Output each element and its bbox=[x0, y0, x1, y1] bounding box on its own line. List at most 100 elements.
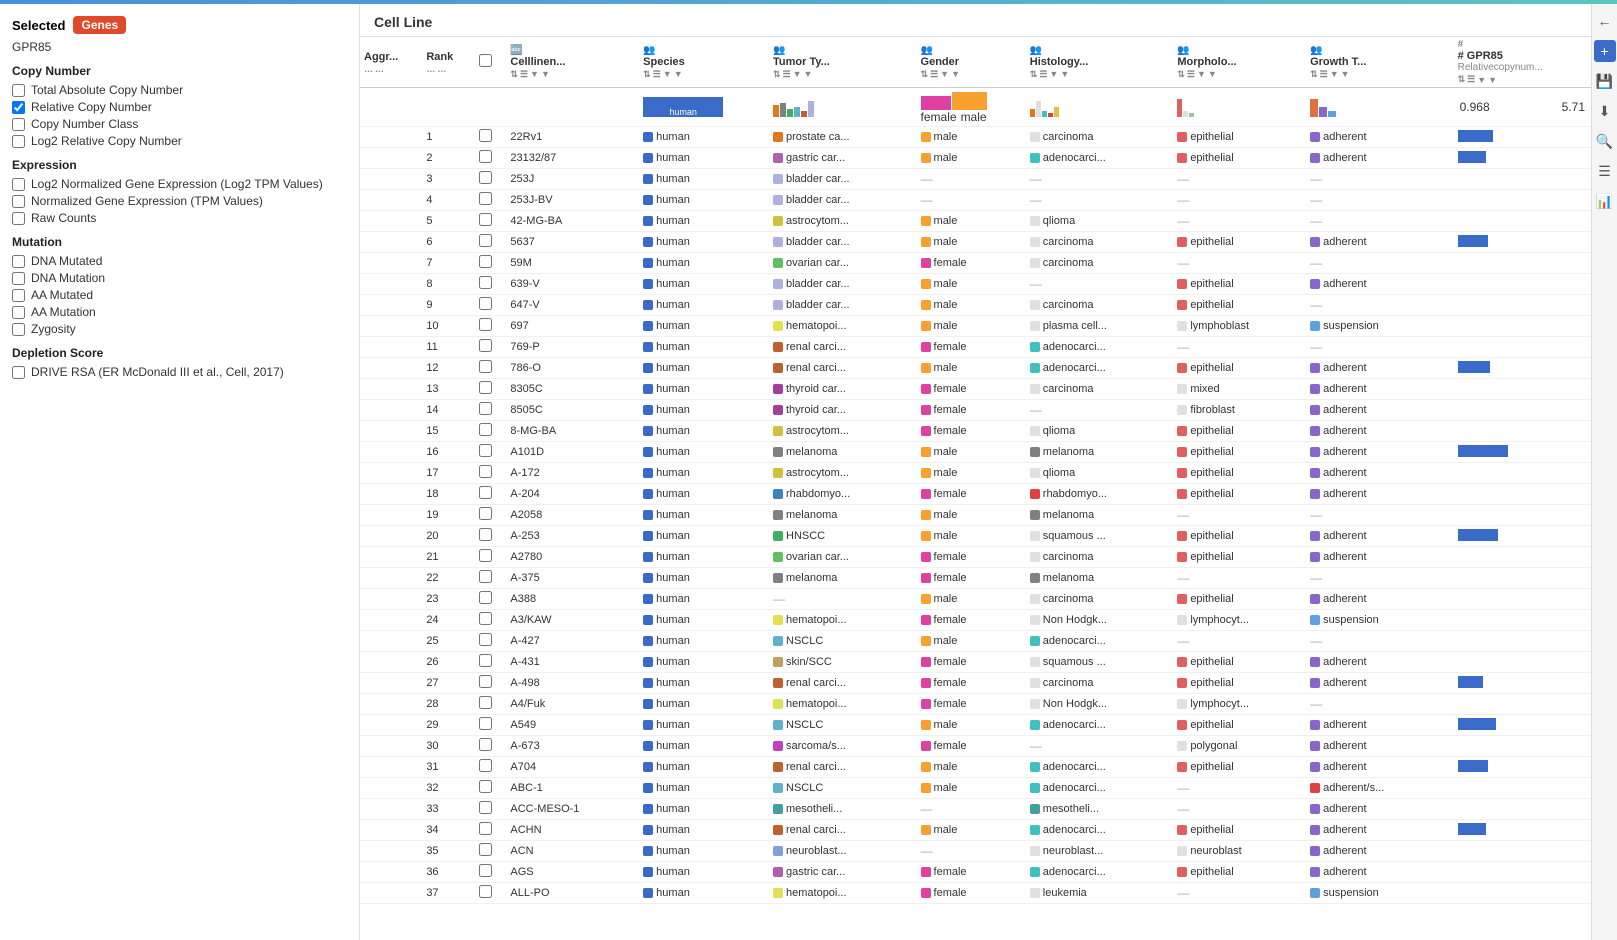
th-gpr85-ctrl4[interactable]: ▼ bbox=[1488, 75, 1497, 85]
checkbox-relative-copy-input[interactable] bbox=[12, 101, 25, 114]
row-checkbox[interactable] bbox=[479, 654, 492, 667]
row-checkbox[interactable] bbox=[479, 381, 492, 394]
cell-checkbox[interactable] bbox=[475, 568, 506, 589]
cell-checkbox[interactable] bbox=[475, 841, 506, 862]
table-row[interactable]: 17 A-172 human astrocytom... male qlioma… bbox=[360, 463, 1591, 484]
row-checkbox[interactable] bbox=[479, 213, 492, 226]
table-row[interactable]: 13 8305C human thyroid car... female car… bbox=[360, 379, 1591, 400]
table-row[interactable]: 14 8505C human thyroid car... female — f… bbox=[360, 400, 1591, 421]
checkbox-aa-mutation-input[interactable] bbox=[12, 306, 25, 319]
row-checkbox[interactable] bbox=[479, 129, 492, 142]
cell-checkbox[interactable] bbox=[475, 778, 506, 799]
checkbox-aa-mutated[interactable]: AA Mutated bbox=[12, 288, 347, 302]
row-checkbox[interactable] bbox=[479, 843, 492, 856]
right-icon-search[interactable]: 🔍 bbox=[1594, 130, 1616, 152]
right-icon-plus[interactable]: + bbox=[1594, 40, 1616, 62]
checkbox-raw-counts[interactable]: Raw Counts bbox=[12, 211, 347, 225]
th-species-ctrl3[interactable]: ▼ bbox=[663, 69, 672, 79]
row-checkbox[interactable] bbox=[479, 738, 492, 751]
th-cellline-icon3[interactable]: ▼ bbox=[530, 69, 539, 79]
cell-checkbox[interactable] bbox=[475, 169, 506, 190]
right-icon-arrow-left[interactable]: ← bbox=[1594, 10, 1616, 32]
row-checkbox[interactable] bbox=[479, 633, 492, 646]
th-rank[interactable]: Rank … … bbox=[422, 37, 475, 88]
table-row[interactable]: 8 639-V human bladder car... male — epit… bbox=[360, 274, 1591, 295]
row-checkbox[interactable] bbox=[479, 549, 492, 562]
th-tumor-ctrl2[interactable]: ☰ bbox=[783, 69, 791, 80]
th-species[interactable]: 👥 Species ⇅ ☰ ▼ ▼ bbox=[639, 37, 769, 88]
cell-checkbox[interactable] bbox=[475, 379, 506, 400]
th-morphology-ctrl3[interactable]: ▼ bbox=[1197, 69, 1206, 79]
row-checkbox[interactable] bbox=[479, 486, 492, 499]
table-row[interactable]: 31 A704 human renal carci... male adenoc… bbox=[360, 757, 1591, 778]
cell-checkbox[interactable] bbox=[475, 358, 506, 379]
th-species-ctrl2[interactable]: ☰ bbox=[653, 69, 661, 80]
table-row[interactable]: 11 769-P human renal carci... female ade… bbox=[360, 337, 1591, 358]
row-checkbox[interactable] bbox=[479, 339, 492, 352]
table-row[interactable]: 23 A388 human — male carcinoma epithelia… bbox=[360, 589, 1591, 610]
table-row[interactable]: 5 42-MG-BA human astrocytom... male qlio… bbox=[360, 211, 1591, 232]
table-row[interactable]: 9 647-V human bladder car... male carcin… bbox=[360, 295, 1591, 316]
checkbox-dna-mutated-input[interactable] bbox=[12, 255, 25, 268]
cell-checkbox[interactable] bbox=[475, 526, 506, 547]
table-row[interactable]: 15 8-MG-BA human astrocytom... female ql… bbox=[360, 421, 1591, 442]
cell-checkbox[interactable] bbox=[475, 505, 506, 526]
th-histology-ctrl1[interactable]: ⇅ bbox=[1030, 69, 1038, 80]
checkbox-log2-relative[interactable]: Log2 Relative Copy Number bbox=[12, 134, 347, 148]
cell-checkbox[interactable] bbox=[475, 211, 506, 232]
th-growth-ctrl2[interactable]: ☰ bbox=[1320, 69, 1328, 80]
cell-checkbox[interactable] bbox=[475, 547, 506, 568]
checkbox-zygosity[interactable]: Zygosity bbox=[12, 322, 347, 336]
th-gpr85[interactable]: # # GPR85 Relativecopynum... ⇅ ☰ ▼ ▼ bbox=[1454, 37, 1591, 88]
table-row[interactable]: 20 A-253 human HNSCC male squamous ... e… bbox=[360, 526, 1591, 547]
table-row[interactable]: 27 A-498 human renal carci... female car… bbox=[360, 673, 1591, 694]
table-row[interactable]: 37 ALL-PO human hematopoi... female leuk… bbox=[360, 883, 1591, 904]
cell-checkbox[interactable] bbox=[475, 295, 506, 316]
th-tumor-ctrl3[interactable]: ▼ bbox=[793, 69, 802, 79]
checkbox-total-abs-input[interactable] bbox=[12, 84, 25, 97]
row-checkbox[interactable] bbox=[479, 171, 492, 184]
checkbox-log2-expr-input[interactable] bbox=[12, 178, 25, 191]
checkbox-norm-expr[interactable]: Normalized Gene Expression (TPM Values) bbox=[12, 194, 347, 208]
checkbox-drive-rsa[interactable]: DRIVE RSA (ER McDonald III et al., Cell,… bbox=[12, 365, 347, 379]
th-gender-ctrl2[interactable]: ☰ bbox=[930, 69, 938, 80]
th-histology-ctrl4[interactable]: ▼ bbox=[1060, 69, 1069, 79]
row-checkbox[interactable] bbox=[479, 570, 492, 583]
table-row[interactable]: 30 A-673 human sarcoma/s... female — pol… bbox=[360, 736, 1591, 757]
cell-checkbox[interactable] bbox=[475, 316, 506, 337]
th-histology-ctrl2[interactable]: ☰ bbox=[1039, 69, 1047, 80]
th-morphology[interactable]: 👥 Morpholo... ⇅ ☰ ▼ ▼ bbox=[1173, 37, 1306, 88]
checkbox-drive-rsa-input[interactable] bbox=[12, 366, 25, 379]
table-row[interactable]: 28 A4/Fuk human hematopoi... female Non … bbox=[360, 694, 1591, 715]
table-row[interactable]: 35 ACN human neuroblast... — neuroblast.… bbox=[360, 841, 1591, 862]
th-growth-ctrl4[interactable]: ▼ bbox=[1341, 69, 1350, 79]
row-checkbox[interactable] bbox=[479, 360, 492, 373]
th-growth-ctrl3[interactable]: ▼ bbox=[1330, 69, 1339, 79]
cell-checkbox[interactable] bbox=[475, 400, 506, 421]
table-row[interactable]: 1 22Rv1 human prostate ca... male carcin… bbox=[360, 127, 1591, 148]
table-row[interactable]: 24 A3/KAW human hematopoi... female Non … bbox=[360, 610, 1591, 631]
th-histology-ctrl3[interactable]: ▼ bbox=[1049, 69, 1058, 79]
th-gender-ctrl1[interactable]: ⇅ bbox=[921, 69, 929, 80]
row-checkbox[interactable] bbox=[479, 612, 492, 625]
table-row[interactable]: 18 A-204 human rhabdomyo... female rhabd… bbox=[360, 484, 1591, 505]
checkbox-aa-mutated-input[interactable] bbox=[12, 289, 25, 302]
right-icon-list[interactable]: ☰ bbox=[1594, 160, 1616, 182]
checkbox-total-abs[interactable]: Total Absolute Copy Number bbox=[12, 83, 347, 97]
cell-checkbox[interactable] bbox=[475, 883, 506, 904]
row-checkbox[interactable] bbox=[479, 759, 492, 772]
cell-checkbox[interactable] bbox=[475, 253, 506, 274]
row-checkbox[interactable] bbox=[479, 591, 492, 604]
th-tumor[interactable]: 👥 Tumor Ty... ⇅ ☰ ▼ ▼ bbox=[769, 37, 917, 88]
cell-checkbox[interactable] bbox=[475, 715, 506, 736]
th-tumor-ctrl4[interactable]: ▼ bbox=[804, 69, 813, 79]
table-row[interactable]: 36 AGS human gastric car... female adeno… bbox=[360, 862, 1591, 883]
checkbox-relative-copy[interactable]: Relative Copy Number bbox=[12, 100, 347, 114]
th-cellline[interactable]: 🔤 Celllinen... ⇅ ☰ ▼ ▼ bbox=[506, 37, 639, 88]
table-row[interactable]: 32 ABC-1 human NSCLC male adenocarci... … bbox=[360, 778, 1591, 799]
th-gpr85-ctrl1[interactable]: ⇅ bbox=[1458, 74, 1466, 85]
row-checkbox[interactable] bbox=[479, 234, 492, 247]
right-icon-download[interactable]: ⬇ bbox=[1594, 100, 1616, 122]
cell-checkbox[interactable] bbox=[475, 274, 506, 295]
cell-checkbox[interactable] bbox=[475, 421, 506, 442]
